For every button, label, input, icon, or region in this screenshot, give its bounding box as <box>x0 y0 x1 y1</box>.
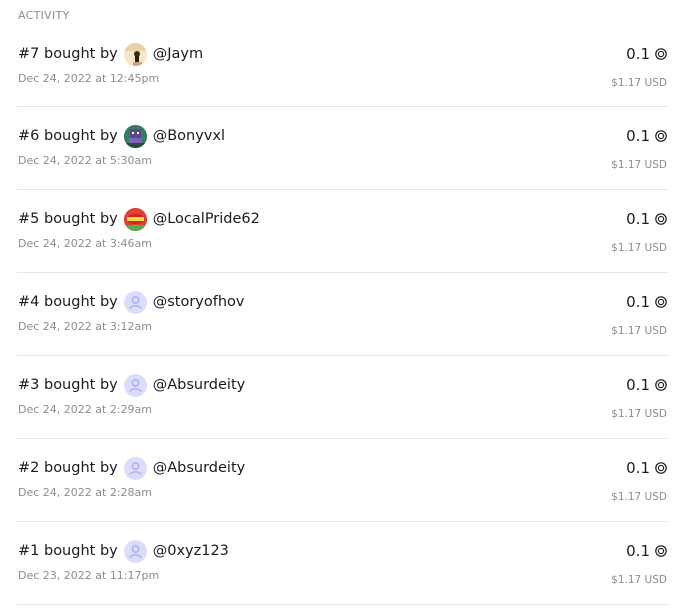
price: 0.1 <box>626 542 667 560</box>
activity-row[interactable]: #6 bought by @Bonyvxl Dec 24, 2022 at 5:… <box>17 107 668 190</box>
usd-value: $1.17 USD <box>611 159 667 171</box>
coin-icon <box>655 545 667 557</box>
usd-value: $1.17 USD <box>611 77 667 89</box>
price: 0.1 <box>626 210 667 228</box>
user-avatar[interactable] <box>123 539 147 563</box>
coin-icon <box>655 462 667 474</box>
activity-row-header: #6 bought by @Bonyvxl <box>18 124 225 148</box>
user-avatar[interactable] <box>123 456 147 480</box>
activity-panel: ACTIVITY #7 bought by @Jaym Dec 24, 2022… <box>0 0 680 611</box>
coin-icon <box>655 48 667 60</box>
price: 0.1 <box>626 127 667 145</box>
activity-date: Dec 24, 2022 at 2:28am <box>18 486 152 499</box>
user-avatar[interactable] <box>123 207 147 231</box>
buyer-username[interactable]: @Jaym <box>153 46 203 62</box>
buyer-username[interactable]: @storyofhov <box>153 294 245 310</box>
price-value: 0.1 <box>626 127 650 145</box>
usd-value: $1.17 USD <box>611 242 667 254</box>
coin-icon <box>655 296 667 308</box>
activity-row[interactable]: #4 bought by @storyofhov Dec 24, 2022 at… <box>17 273 668 356</box>
activity-date: Dec 23, 2022 at 11:17pm <box>18 569 160 582</box>
usd-value: $1.17 USD <box>611 325 667 337</box>
activity-row[interactable]: #2 bought by @Absurdeity Dec 24, 2022 at… <box>17 439 668 522</box>
activity-row-header: #4 bought by @storyofhov <box>18 290 245 314</box>
coin-icon <box>655 213 667 225</box>
activity-title: #6 bought by <box>18 128 118 144</box>
user-avatar[interactable] <box>123 373 147 397</box>
price-value: 0.1 <box>626 542 650 560</box>
price: 0.1 <box>626 45 667 63</box>
activity-row-header: #2 bought by @Absurdeity <box>18 456 245 480</box>
user-avatar[interactable] <box>123 124 147 148</box>
activity-row-header: #3 bought by @Absurdeity <box>18 373 245 397</box>
price-value: 0.1 <box>626 293 650 311</box>
user-icon <box>128 544 142 558</box>
price-value: 0.1 <box>626 45 650 63</box>
activity-date: Dec 24, 2022 at 3:46am <box>18 237 152 250</box>
usd-value: $1.17 USD <box>611 491 667 503</box>
buyer-username[interactable]: @Absurdeity <box>153 377 246 393</box>
buyer-username[interactable]: @Absurdeity <box>153 460 246 476</box>
activity-row[interactable]: #7 bought by @Jaym Dec 24, 2022 at 12:45… <box>17 25 668 107</box>
activity-date: Dec 24, 2022 at 3:12am <box>18 320 152 333</box>
buyer-username[interactable]: @Bonyvxl <box>153 128 225 144</box>
activity-title: #7 bought by <box>18 46 118 62</box>
activity-row[interactable]: #1 bought by @0xyz123 Dec 23, 2022 at 11… <box>17 522 668 605</box>
activity-title: #1 bought by <box>18 543 118 559</box>
usd-value: $1.17 USD <box>611 574 667 586</box>
buyer-username[interactable]: @LocalPride62 <box>153 211 260 227</box>
activity-row[interactable]: #5 bought by @LocalPride62 Dec 24, 2022 … <box>17 190 668 273</box>
section-heading: ACTIVITY <box>18 9 70 22</box>
activity-title: #4 bought by <box>18 294 118 310</box>
activity-row-header: #1 bought by @0xyz123 <box>18 539 229 563</box>
user-icon <box>128 295 142 309</box>
usd-value: $1.17 USD <box>611 408 667 420</box>
price-value: 0.1 <box>626 210 650 228</box>
user-icon <box>128 378 142 392</box>
activity-list: #7 bought by @Jaym Dec 24, 2022 at 12:45… <box>17 25 668 605</box>
coin-icon <box>655 379 667 391</box>
activity-date: Dec 24, 2022 at 12:45pm <box>18 72 160 85</box>
price-value: 0.1 <box>626 459 650 477</box>
activity-row[interactable]: #3 bought by @Absurdeity Dec 24, 2022 at… <box>17 356 668 439</box>
activity-row-header: #7 bought by @Jaym <box>18 42 203 66</box>
price-value: 0.1 <box>626 376 650 394</box>
user-avatar[interactable] <box>123 290 147 314</box>
activity-title: #2 bought by <box>18 460 118 476</box>
activity-title: #3 bought by <box>18 377 118 393</box>
price: 0.1 <box>626 376 667 394</box>
buyer-username[interactable]: @0xyz123 <box>153 543 229 559</box>
activity-title: #5 bought by <box>18 211 118 227</box>
activity-date: Dec 24, 2022 at 5:30am <box>18 154 152 167</box>
price: 0.1 <box>626 459 667 477</box>
activity-date: Dec 24, 2022 at 2:29am <box>18 403 152 416</box>
price: 0.1 <box>626 293 667 311</box>
activity-row-header: #5 bought by @LocalPride62 <box>18 207 260 231</box>
coin-icon <box>655 130 667 142</box>
user-icon <box>128 461 142 475</box>
user-avatar[interactable] <box>123 42 147 66</box>
